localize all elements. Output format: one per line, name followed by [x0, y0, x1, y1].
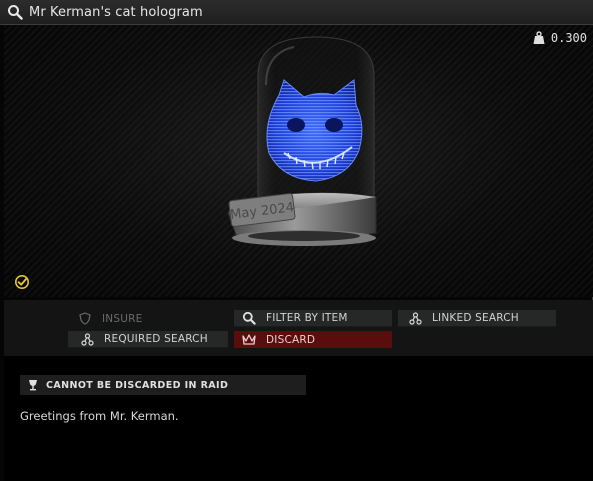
restriction-text: CANNOT BE DISCARDED IN RAID [46, 379, 229, 391]
item-preview: 0.300 May 2024 [4, 25, 593, 297]
checkmark-badge-icon [15, 275, 29, 289]
item-inspect-window: Mr Kerman's cat hologram 0.300 May 2024 … [0, 0, 593, 481]
window-title: Mr Kerman's cat hologram [29, 4, 203, 20]
item-description: Greetings from Mr. Kerman. [20, 409, 179, 423]
context-actions-panel: INSURE FILTER BY ITEM LINKED SEARCH REQU… [4, 300, 593, 356]
insure-label: INSURE [102, 312, 143, 325]
linked-search-label: LINKED SEARCH [432, 312, 519, 324]
discard-label: DISCARD [266, 333, 316, 346]
hologram-cat-head [266, 79, 363, 182]
cat-hologram-image: May 2024 [227, 36, 377, 246]
crown-icon [242, 333, 256, 347]
linked-nodes-icon [408, 311, 422, 325]
item-details: CANNOT BE DISCARDED IN RAID Greetings fr… [4, 356, 593, 481]
discard-restriction-badge: CANNOT BE DISCARDED IN RAID [20, 375, 306, 395]
filter-by-item-label: FILTER BY ITEM [266, 312, 348, 324]
linked-nodes-icon [80, 332, 94, 346]
linked-search-button[interactable]: LINKED SEARCH [398, 310, 556, 327]
shield-icon [78, 312, 92, 326]
search-icon [8, 5, 23, 20]
search-icon [242, 311, 256, 325]
hologram-base: May 2024 [227, 192, 377, 246]
window-titlebar[interactable]: Mr Kerman's cat hologram [0, 0, 593, 25]
discard-button[interactable]: DISCARD [234, 331, 392, 348]
required-search-button[interactable]: REQUIRED SEARCH [68, 331, 228, 348]
goblet-icon [29, 380, 37, 391]
required-search-label: REQUIRED SEARCH [104, 333, 208, 345]
insure-button[interactable]: INSURE [78, 310, 228, 327]
filter-by-item-button[interactable]: FILTER BY ITEM [234, 310, 392, 327]
